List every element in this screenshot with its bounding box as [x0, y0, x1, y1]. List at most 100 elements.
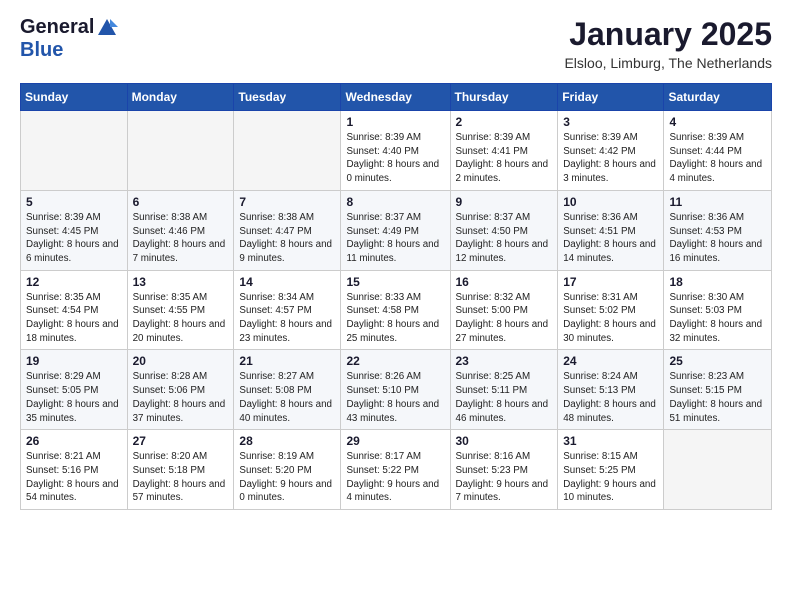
weekday-header-friday: Friday — [558, 84, 664, 111]
calendar-day-21: 21 Sunrise: 8:27 AMSunset: 5:08 PMDayligh… — [234, 350, 341, 430]
day-info: Sunrise: 8:37 AMSunset: 4:50 PMDaylight:… — [456, 211, 553, 266]
calendar-day-2: 2 Sunrise: 8:39 AMSunset: 4:41 PMDaylight… — [450, 111, 558, 191]
calendar-week-row: 12 Sunrise: 8:35 AMSunset: 4:54 PMDayligh… — [21, 270, 772, 350]
calendar-day-28: 28 Sunrise: 8:19 AMSunset: 5:20 PMDayligh… — [234, 430, 341, 510]
weekday-header-saturday: Saturday — [664, 84, 772, 111]
calendar-day-12: 12 Sunrise: 8:35 AMSunset: 4:54 PMDayligh… — [21, 270, 128, 350]
day-info: Sunrise: 8:39 AMSunset: 4:40 PMDaylight:… — [346, 131, 444, 186]
calendar-day-1: 1 Sunrise: 8:39 AMSunset: 4:40 PMDaylight… — [341, 111, 450, 191]
calendar-day-20: 20 Sunrise: 8:28 AMSunset: 5:06 PMDayligh… — [127, 350, 234, 430]
day-info: Sunrise: 8:33 AMSunset: 4:58 PMDaylight:… — [346, 291, 444, 346]
day-info: Sunrise: 8:39 AMSunset: 4:41 PMDaylight:… — [456, 131, 553, 186]
day-info: Sunrise: 8:21 AMSunset: 5:16 PMDaylight:… — [26, 450, 122, 505]
day-number: 5 — [26, 195, 122, 209]
calendar-day-19: 19 Sunrise: 8:29 AMSunset: 5:05 PMDayligh… — [21, 350, 128, 430]
calendar-day-15: 15 Sunrise: 8:33 AMSunset: 4:58 PMDayligh… — [341, 270, 450, 350]
day-info: Sunrise: 8:38 AMSunset: 4:47 PMDaylight:… — [239, 211, 335, 266]
header: General Blue January 2025 Elsloo, Limbur… — [20, 16, 772, 71]
day-number: 25 — [669, 354, 766, 368]
calendar-empty-cell — [127, 111, 234, 191]
calendar-week-row: 26 Sunrise: 8:21 AMSunset: 5:16 PMDayligh… — [21, 430, 772, 510]
day-number: 22 — [346, 354, 444, 368]
calendar-day-26: 26 Sunrise: 8:21 AMSunset: 5:16 PMDayligh… — [21, 430, 128, 510]
logo: General Blue — [20, 16, 118, 62]
day-info: Sunrise: 8:31 AMSunset: 5:02 PMDaylight:… — [563, 291, 658, 346]
day-info: Sunrise: 8:15 AMSunset: 5:25 PMDaylight:… — [563, 450, 658, 505]
day-number: 20 — [133, 354, 229, 368]
calendar-day-9: 9Sunrise: 8:37 AMSunset: 4:50 PMDaylight… — [450, 190, 558, 270]
calendar-day-16: 16Sunrise: 8:32 AMSunset: 5:00 PMDayligh… — [450, 270, 558, 350]
calendar-day-14: 14Sunrise: 8:34 AMSunset: 4:57 PMDayligh… — [234, 270, 341, 350]
day-number: 30 — [456, 434, 553, 448]
day-number: 15 — [346, 275, 444, 289]
weekday-header-tuesday: Tuesday — [234, 84, 341, 111]
calendar-day-10: 10 Sunrise: 8:36 AMSunset: 4:51 PMDayligh… — [558, 190, 664, 270]
day-number: 24 — [563, 354, 658, 368]
day-info: Sunrise: 8:36 AMSunset: 4:53 PMDaylight:… — [669, 211, 766, 266]
weekday-header-thursday: Thursday — [450, 84, 558, 111]
day-number: 17 — [563, 275, 658, 289]
day-number: 11 — [669, 195, 766, 209]
logo-blue-text: Blue — [20, 39, 63, 62]
day-info: Sunrise: 8:35 AMSunset: 4:54 PMDaylight:… — [26, 291, 122, 346]
day-number: 26 — [26, 434, 122, 448]
day-number: 2 — [456, 115, 553, 129]
calendar-day-5: 5 Sunrise: 8:39 AMSunset: 4:45 PMDaylight… — [21, 190, 128, 270]
day-number: 3 — [563, 115, 658, 129]
day-number: 27 — [133, 434, 229, 448]
day-info: Sunrise: 8:38 AMSunset: 4:46 PMDaylight:… — [133, 211, 229, 266]
day-number: 8 — [346, 195, 444, 209]
calendar-day-11: 11 Sunrise: 8:36 AMSunset: 4:53 PMDayligh… — [664, 190, 772, 270]
month-title: January 2025 — [564, 16, 772, 53]
day-number: 1 — [346, 115, 444, 129]
day-info: Sunrise: 8:24 AMSunset: 5:13 PMDaylight:… — [563, 370, 658, 425]
calendar-day-29: 29Sunrise: 8:17 AMSunset: 5:22 PMDayligh… — [341, 430, 450, 510]
day-number: 31 — [563, 434, 658, 448]
day-number: 18 — [669, 275, 766, 289]
calendar-day-17: 17 Sunrise: 8:31 AMSunset: 5:02 PMDayligh… — [558, 270, 664, 350]
calendar-day-25: 25Sunrise: 8:23 AMSunset: 5:15 PMDayligh… — [664, 350, 772, 430]
logo-icon — [96, 17, 118, 39]
day-info: Sunrise: 8:36 AMSunset: 4:51 PMDaylight:… — [563, 211, 658, 266]
calendar-day-22: 22 Sunrise: 8:26 AMSunset: 5:10 PMDayligh… — [341, 350, 450, 430]
day-number: 29 — [346, 434, 444, 448]
day-number: 19 — [26, 354, 122, 368]
day-info: Sunrise: 8:26 AMSunset: 5:10 PMDaylight:… — [346, 370, 444, 425]
day-info: Sunrise: 8:27 AMSunset: 5:08 PMDaylight:… — [239, 370, 335, 425]
day-info: Sunrise: 8:39 AMSunset: 4:42 PMDaylight:… — [563, 131, 658, 186]
day-number: 7 — [239, 195, 335, 209]
calendar-day-30: 30 Sunrise: 8:16 AMSunset: 5:23 PMDayligh… — [450, 430, 558, 510]
calendar-day-3: 3 Sunrise: 8:39 AMSunset: 4:42 PMDaylight… — [558, 111, 664, 191]
day-number: 12 — [26, 275, 122, 289]
day-info: Sunrise: 8:19 AMSunset: 5:20 PMDaylight:… — [239, 450, 335, 505]
calendar-week-row: 1 Sunrise: 8:39 AMSunset: 4:40 PMDaylight… — [21, 111, 772, 191]
logo-general-text: General — [20, 16, 94, 39]
calendar-day-27: 27 Sunrise: 8:20 AMSunset: 5:18 PMDayligh… — [127, 430, 234, 510]
day-number: 13 — [133, 275, 229, 289]
calendar-empty-cell — [664, 430, 772, 510]
day-info: Sunrise: 8:34 AMSunset: 4:57 PMDaylight:… — [239, 291, 335, 346]
calendar: SundayMondayTuesdayWednesdayThursdayFrid… — [20, 83, 772, 510]
day-info: Sunrise: 8:16 AMSunset: 5:23 PMDaylight:… — [456, 450, 553, 505]
day-info: Sunrise: 8:20 AMSunset: 5:18 PMDaylight:… — [133, 450, 229, 505]
day-number: 21 — [239, 354, 335, 368]
calendar-day-24: 24 Sunrise: 8:24 AMSunset: 5:13 PMDayligh… — [558, 350, 664, 430]
day-info: Sunrise: 8:28 AMSunset: 5:06 PMDaylight:… — [133, 370, 229, 425]
calendar-day-23: 23Sunrise: 8:25 AMSunset: 5:11 PMDayligh… — [450, 350, 558, 430]
weekday-header-sunday: Sunday — [21, 84, 128, 111]
day-info: Sunrise: 8:35 AMSunset: 4:55 PMDaylight:… — [133, 291, 229, 346]
calendar-week-row: 5 Sunrise: 8:39 AMSunset: 4:45 PMDaylight… — [21, 190, 772, 270]
day-info: Sunrise: 8:29 AMSunset: 5:05 PMDaylight:… — [26, 370, 122, 425]
day-number: 4 — [669, 115, 766, 129]
day-number: 28 — [239, 434, 335, 448]
calendar-header-row: SundayMondayTuesdayWednesdayThursdayFrid… — [21, 84, 772, 111]
calendar-day-8: 8Sunrise: 8:37 AMSunset: 4:49 PMDaylight… — [341, 190, 450, 270]
day-info: Sunrise: 8:25 AMSunset: 5:11 PMDaylight:… — [456, 370, 553, 425]
day-info: Sunrise: 8:39 AMSunset: 4:45 PMDaylight:… — [26, 211, 122, 266]
calendar-day-31: 31 Sunrise: 8:15 AMSunset: 5:25 PMDayligh… — [558, 430, 664, 510]
day-number: 16 — [456, 275, 553, 289]
calendar-day-4: 4Sunrise: 8:39 AMSunset: 4:44 PMDaylight… — [664, 111, 772, 191]
calendar-day-13: 13 Sunrise: 8:35 AMSunset: 4:55 PMDayligh… — [127, 270, 234, 350]
day-number: 6 — [133, 195, 229, 209]
day-number: 10 — [563, 195, 658, 209]
